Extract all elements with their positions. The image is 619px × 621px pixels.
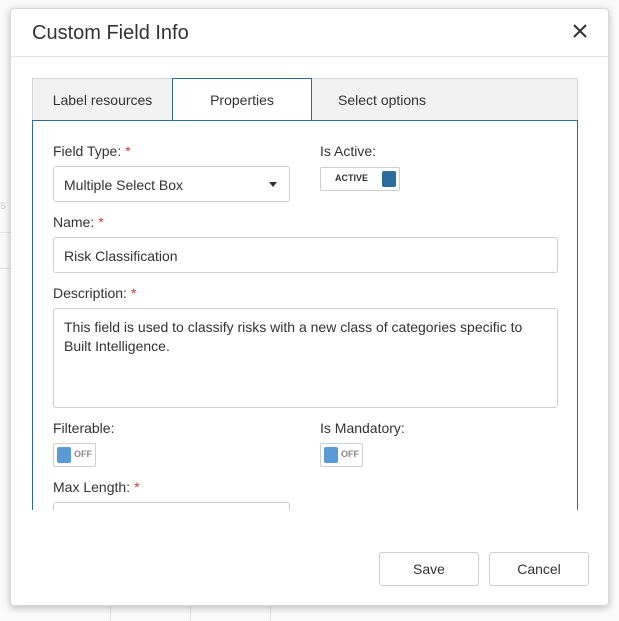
- is-mandatory-toggle[interactable]: OFF: [320, 443, 363, 467]
- toggle-knob: [324, 447, 338, 463]
- close-icon: [573, 24, 587, 38]
- custom-field-info-dialog: Custom Field Info Label resources Proper…: [10, 8, 609, 606]
- is-active-label: Is Active:: [320, 143, 377, 159]
- max-length-input[interactable]: [53, 502, 290, 510]
- tab-select-options[interactable]: Select options: [312, 79, 452, 121]
- background-divider: [190, 605, 191, 621]
- toggle-state-text: OFF: [341, 449, 359, 459]
- required-mark: *: [125, 143, 131, 159]
- name-label: Name: *: [53, 214, 104, 230]
- required-mark: *: [98, 214, 104, 230]
- properties-panel: Field Type: * Multiple Select Box Is Acti…: [32, 120, 578, 510]
- background-fragment-text: s: [0, 198, 6, 212]
- tab-label-resources[interactable]: Label resources: [33, 79, 172, 121]
- toggle-state-text: ACTIVE: [335, 173, 369, 183]
- toggle-knob: [382, 171, 396, 187]
- tab-properties[interactable]: Properties: [172, 78, 312, 121]
- tab-bar: Label resources Properties Select option…: [32, 78, 578, 121]
- modal-title: Custom Field Info: [32, 22, 189, 44]
- max-length-label-text: Max Length:: [53, 479, 131, 495]
- background-divider: [270, 605, 271, 621]
- background-divider: [0, 268, 10, 269]
- save-button[interactable]: Save: [379, 552, 479, 586]
- name-label-text: Name:: [53, 214, 95, 230]
- close-button[interactable]: [570, 21, 590, 41]
- filterable-label: Filterable:: [53, 420, 115, 436]
- background-divider: [0, 232, 10, 233]
- modal-header: Custom Field Info: [11, 9, 608, 57]
- filterable-toggle[interactable]: OFF: [53, 443, 96, 467]
- max-length-label: Max Length: *: [53, 479, 140, 495]
- field-type-select[interactable]: Multiple Select Box: [53, 166, 290, 202]
- toggle-knob: [57, 447, 71, 463]
- chevron-down-icon: [269, 182, 277, 187]
- active-tab-joint: [151, 121, 289, 122]
- field-type-value: Multiple Select Box: [64, 177, 184, 193]
- is-mandatory-label: Is Mandatory:: [320, 420, 405, 436]
- field-type-label: Field Type: *: [53, 143, 131, 159]
- name-input[interactable]: Risk Classification: [53, 237, 558, 273]
- toggle-state-text: OFF: [74, 449, 92, 459]
- description-label: Description: *: [53, 285, 136, 301]
- required-mark: *: [130, 285, 137, 301]
- description-textarea[interactable]: This field is used to classify risks wit…: [53, 308, 558, 408]
- field-type-label-text: Field Type:: [53, 143, 122, 159]
- description-label-text: Description:: [53, 285, 127, 301]
- is-active-toggle[interactable]: ACTIVE: [320, 167, 400, 191]
- required-mark: *: [134, 479, 140, 495]
- background-divider: [110, 605, 111, 621]
- cancel-button[interactable]: Cancel: [489, 552, 589, 586]
